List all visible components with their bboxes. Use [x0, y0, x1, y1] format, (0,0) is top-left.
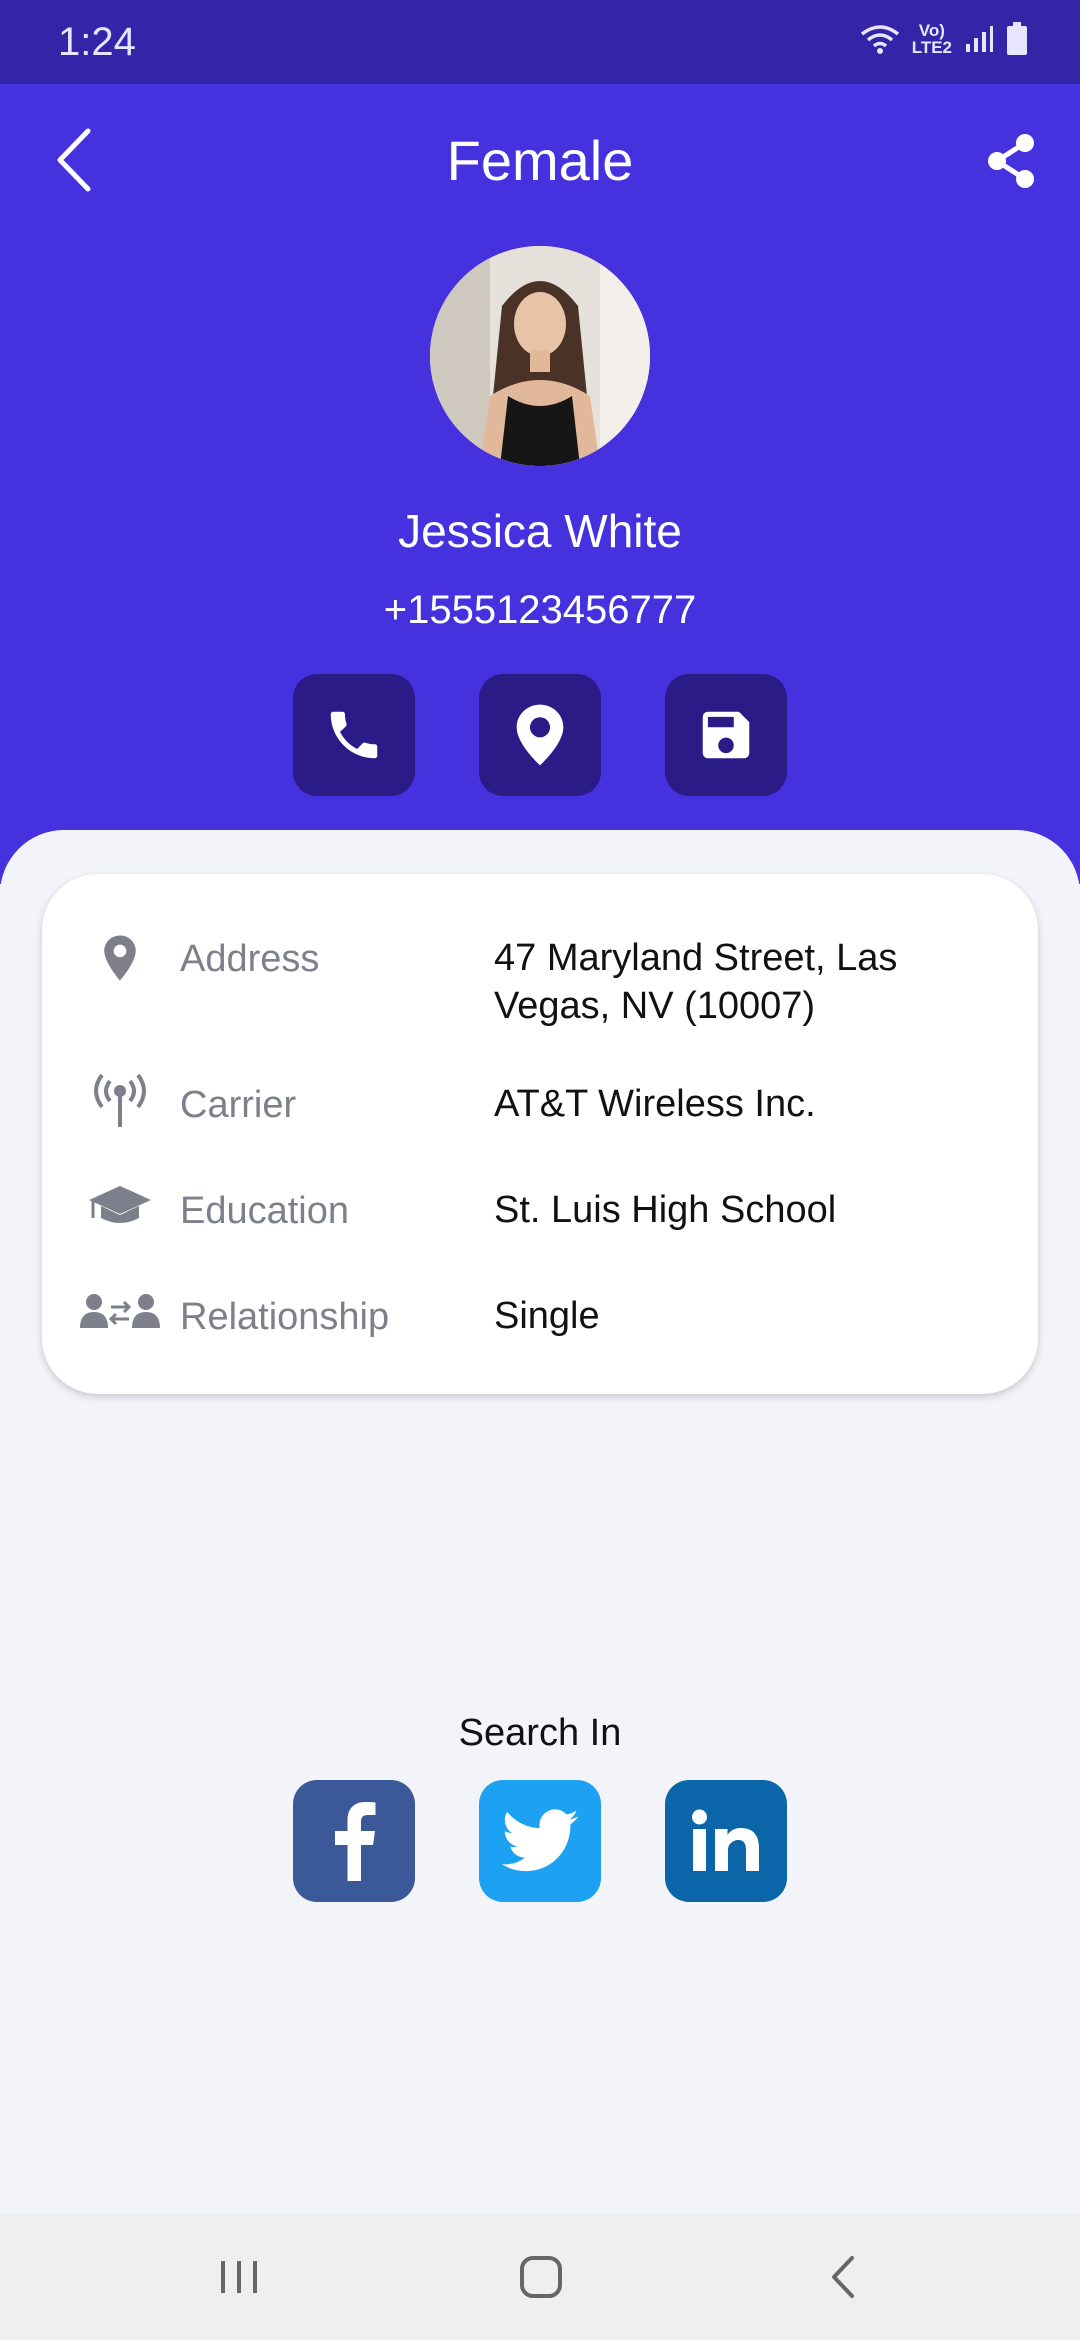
location-pin-icon	[516, 704, 564, 766]
address-label: Address	[180, 938, 320, 980]
location-button[interactable]	[479, 674, 601, 796]
action-buttons	[0, 674, 1080, 796]
volte-line1: Vo)	[918, 21, 945, 40]
system-nav-bar	[0, 2214, 1080, 2340]
recent-apps-button[interactable]	[194, 2242, 284, 2312]
contact-phone: +1555123456777	[383, 588, 697, 632]
signal-icon	[966, 26, 993, 52]
carrier-value: AT&T Wireless Inc.	[494, 1083, 816, 1125]
page-title: Female	[446, 129, 634, 192]
battery-icon	[1007, 22, 1027, 55]
volte-line2: LTE2	[911, 38, 952, 57]
facebook-icon	[335, 1802, 376, 1881]
carrier-row: Carrier AT&T Wireless Inc.	[42, 1073, 1038, 1144]
relationship-label: Relationship	[180, 1296, 390, 1338]
volte-indicator: Vo) LTE2	[912, 22, 952, 56]
phone-icon	[330, 711, 378, 759]
share-icon	[988, 134, 1034, 188]
twitter-icon	[501, 1809, 579, 1872]
relationship-value: Single	[494, 1295, 600, 1337]
antenna-icon	[78, 1070, 162, 1130]
relationship-row: Relationship Single	[42, 1286, 1038, 1356]
carrier-label: Carrier	[180, 1084, 297, 1126]
call-button[interactable]	[293, 674, 415, 796]
relationship-icon	[78, 1282, 162, 1342]
status-icons: Vo) LTE2	[860, 22, 1028, 56]
education-value: St. Luis High School	[494, 1189, 837, 1231]
recent-apps-icon	[221, 2261, 257, 2293]
wifi-icon	[860, 25, 899, 54]
linkedin-icon	[692, 1809, 759, 1871]
share-button[interactable]	[976, 126, 1046, 196]
twitter-button[interactable]	[479, 1780, 601, 1902]
home-button[interactable]	[496, 2242, 586, 2312]
search-in-title: Search In	[458, 1712, 622, 1754]
facebook-button[interactable]	[293, 1780, 415, 1902]
avatar-photo	[430, 246, 650, 466]
contact-name: Jessica White	[398, 505, 682, 557]
address-value: 47 Maryland Street, Las Vegas, NV (10007…	[494, 937, 898, 1027]
save-button[interactable]	[665, 674, 787, 796]
save-icon	[702, 711, 750, 759]
education-label: Education	[180, 1190, 350, 1232]
status-time: 1:24	[58, 20, 136, 64]
home-icon	[520, 2256, 562, 2298]
details-sheet: Address 47 Maryland Street, Las Vegas, N…	[0, 830, 1080, 2214]
education-row: Education St. Luis High School	[42, 1180, 1038, 1250]
graduation-cap-icon	[78, 1176, 162, 1236]
location-pin-icon	[78, 928, 162, 988]
address-row: Address 47 Maryland Street, Las Vegas, N…	[42, 928, 1038, 1028]
linkedin-button[interactable]	[665, 1780, 787, 1902]
social-search-buttons	[0, 1780, 1080, 1902]
system-back-button[interactable]	[798, 2242, 888, 2312]
chevron-left-icon	[832, 2256, 854, 2298]
details-card: Address 47 Maryland Street, Las Vegas, N…	[42, 874, 1038, 1394]
avatar	[430, 246, 650, 466]
profile-header: Female Jessica White +1555123456777	[0, 84, 1080, 884]
status-bar: 1:24 Vo) LTE2	[0, 0, 1080, 84]
